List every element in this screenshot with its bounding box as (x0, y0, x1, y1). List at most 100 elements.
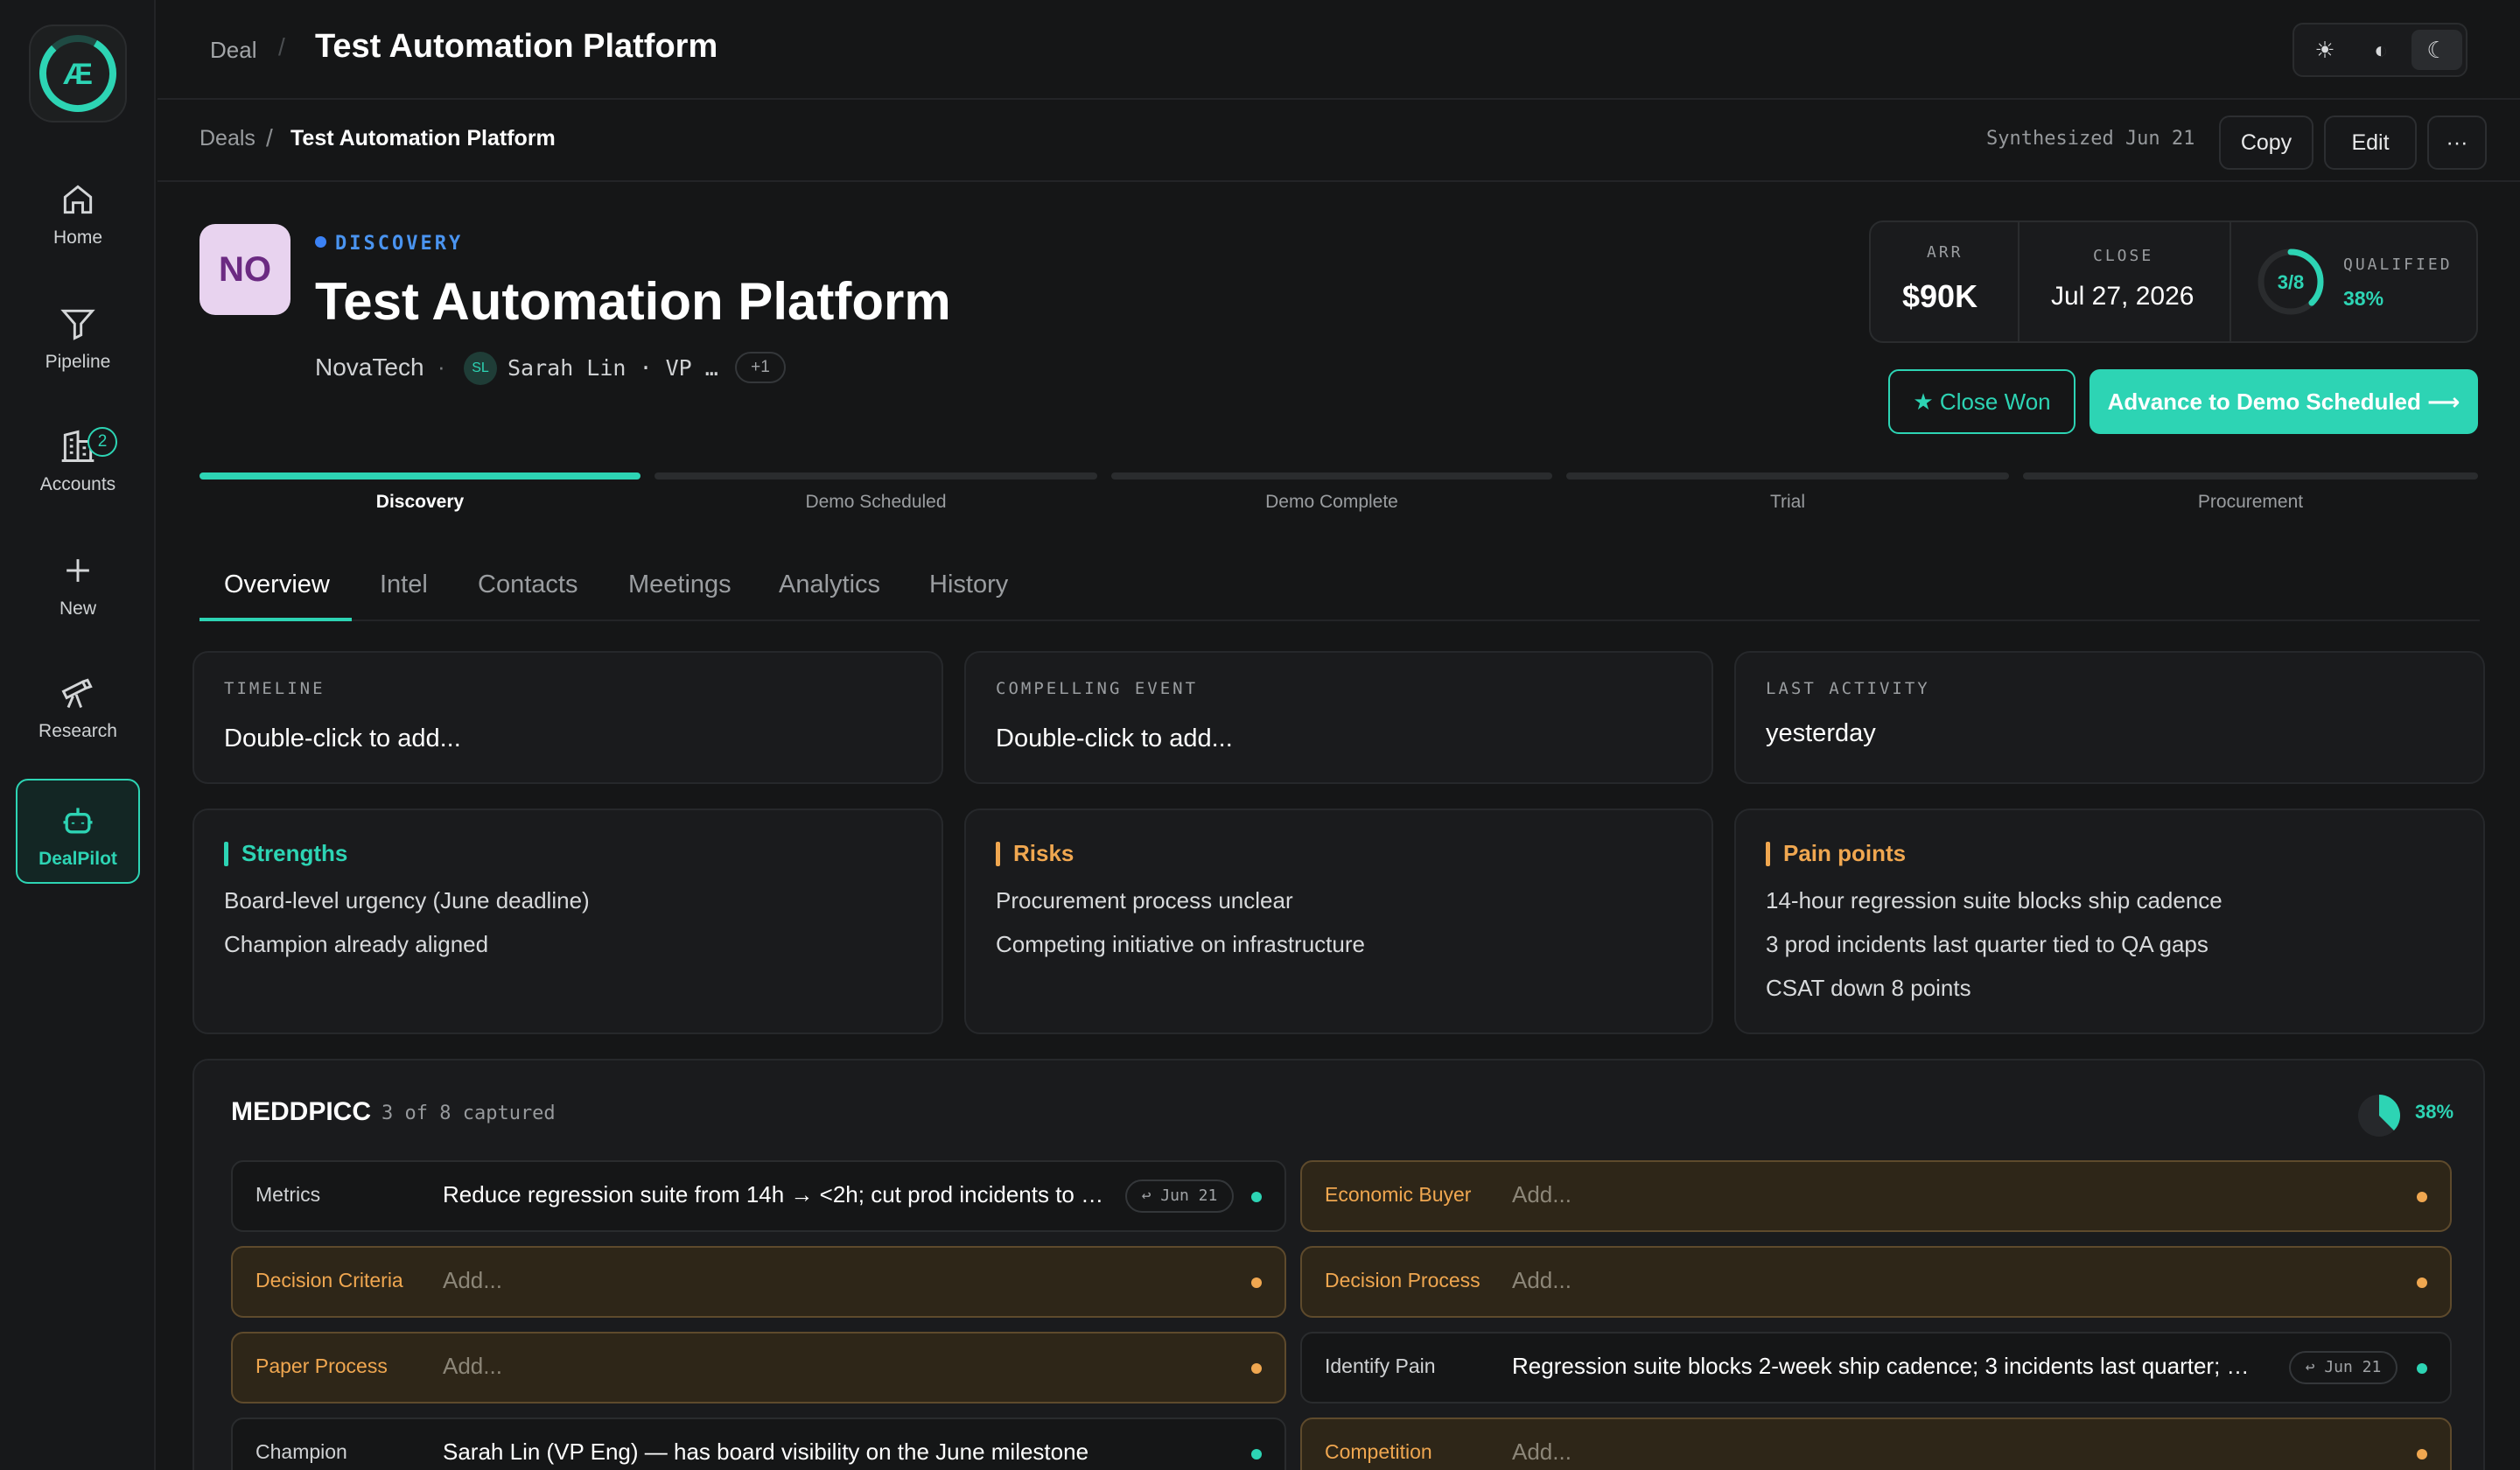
breadcrumb-deals-link[interactable]: Deals (200, 126, 256, 151)
kpi-divider (2230, 222, 2231, 341)
sidebar-item-dealpilot[interactable]: DealPilot (16, 779, 140, 884)
meta-separator: · (438, 354, 445, 380)
tab-intel[interactable]: Intel (380, 570, 428, 599)
meddpicc-value[interactable]: Add... (1512, 1438, 2300, 1466)
meddpicc-row-metrics[interactable]: Metrics Reduce regression suite from 14h… (231, 1160, 1286, 1232)
source-date-chip[interactable]: ↩ Jun 21 (1125, 1180, 1234, 1213)
list-item: Procurement process unclear (996, 887, 1293, 914)
tab-meetings[interactable]: Meetings (628, 570, 732, 599)
sidebar-item-label: DealPilot (38, 849, 117, 869)
stage-bar-demo-complete[interactable] (1111, 472, 1552, 480)
meddpicc-value[interactable]: Add... (443, 1353, 1143, 1380)
meddpicc-row-decision-process[interactable]: Decision Process Add... (1300, 1246, 2452, 1318)
meddpicc-subtitle: 3 of 8 captured (382, 1102, 556, 1124)
stage-tag-label: DISCOVERY (335, 233, 464, 255)
topbar-title: Test Automation Platform (315, 28, 718, 65)
deal-avatar: NO (200, 224, 290, 315)
status-dot (1251, 1192, 1262, 1202)
list-item: 14-hour regression suite blocks ship cad… (1766, 887, 2222, 914)
breadcrumb-current: Test Automation Platform (290, 126, 556, 150)
sidebar-item-label: Research (38, 721, 117, 741)
sidebar-item-label: New (59, 598, 96, 619)
meddpicc-panel: MEDDPICC 3 of 8 captured 38% Metrics Red… (192, 1059, 2485, 1470)
meddpicc-value[interactable]: Add... (443, 1267, 1143, 1294)
meddpicc-value[interactable]: Sarah Lin (VP Eng) — has board visibilit… (443, 1438, 1213, 1466)
meddpicc-row-paper-process[interactable]: Paper Process Add... (231, 1332, 1286, 1404)
strengths-card: Strengths Board-level urgency (June dead… (192, 808, 943, 1034)
topbar-section[interactable]: Deal (210, 37, 256, 64)
system-theme-icon[interactable]: ◐ (2356, 30, 2406, 70)
meddpicc-key: Decision Process (1325, 1269, 1480, 1292)
compelling-event-card[interactable]: COMPELLING EVENT Double-click to add... (964, 651, 1713, 784)
meddpicc-pct: 38% (2415, 1101, 2454, 1123)
advance-stage-button[interactable]: Advance to Demo Scheduled ⟶ (2090, 369, 2478, 434)
meddpicc-value[interactable]: Add... (1512, 1267, 2300, 1294)
meddpicc-value[interactable]: Regression suite blocks 2-week ship cade… (1512, 1353, 2264, 1380)
stage-bar-discovery[interactable] (200, 472, 640, 480)
tab-bar: Overview Intel Contacts Meetings Analyti… (200, 560, 2480, 621)
kpi-divider (2018, 222, 2020, 341)
list-item: Champion already aligned (224, 931, 489, 957)
sidebar: Æ Home Pipeline 2 Accounts New Research … (0, 0, 156, 1470)
contact-avatar[interactable]: SL (464, 352, 497, 385)
meddpicc-key: Metrics (256, 1183, 321, 1206)
meddpicc-row-competition[interactable]: Competition Add... (1300, 1418, 2452, 1470)
timeline-card[interactable]: TIMELINE Double-click to add... (192, 651, 943, 784)
stage-name-demo-scheduled: Demo Scheduled (805, 492, 947, 512)
risks-card: Risks Procurement process unclear Compet… (964, 808, 1713, 1034)
status-dot (1251, 1449, 1262, 1460)
more-contacts-chip[interactable]: +1 (735, 352, 786, 383)
breadcrumb-separator: / (266, 124, 273, 151)
list-item: Competing initiative on infrastructure (996, 931, 1365, 957)
meddpicc-value[interactable]: Reduce regression suite from 14h → <2h; … (443, 1181, 1108, 1208)
stage-dot (315, 236, 326, 248)
card-label: LAST ACTIVITY (1766, 679, 1930, 698)
qualified-ring: 3/8 (2258, 248, 2324, 315)
stage-bar-demo-scheduled[interactable] (654, 472, 1097, 480)
sidebar-item-label: Pipeline (45, 352, 111, 372)
arr-value: $90K (1902, 278, 1978, 314)
meddpicc-value[interactable]: Add... (1512, 1181, 2300, 1208)
meddpicc-row-decision-criteria[interactable]: Decision Criteria Add... (231, 1246, 1286, 1318)
pain-points-title: Pain points (1766, 840, 1906, 867)
sidebar-item-new[interactable]: New (16, 551, 140, 656)
status-dot (2417, 1278, 2427, 1288)
meddpicc-key: Economic Buyer (1325, 1183, 1472, 1206)
copy-button[interactable]: Copy (2219, 116, 2314, 170)
robot-icon (63, 808, 93, 834)
stage-bar-procurement[interactable] (2023, 472, 2478, 480)
company-name[interactable]: NovaTech (315, 354, 424, 382)
more-options-button[interactable]: ··· (2427, 116, 2487, 170)
meddpicc-key: Champion (256, 1440, 347, 1463)
tab-overview[interactable]: Overview (224, 570, 330, 599)
topbar-separator: / (278, 33, 285, 60)
timeline-value[interactable]: Double-click to add... (224, 724, 461, 753)
app-logo[interactable]: Æ (29, 24, 127, 122)
dark-theme-icon[interactable]: ☾ (2412, 30, 2462, 70)
meddpicc-row-champion[interactable]: Champion Sarah Lin (VP Eng) — has board … (231, 1418, 1286, 1470)
tab-contacts[interactable]: Contacts (478, 570, 578, 599)
risks-title: Risks (996, 840, 1074, 867)
sidebar-item-accounts[interactable]: 2 Accounts (16, 427, 140, 532)
active-tab-indicator (200, 618, 352, 621)
light-theme-icon[interactable]: ☀ (2300, 30, 2350, 70)
status-dot (2417, 1192, 2427, 1202)
meddpicc-row-economic-buyer[interactable]: Economic Buyer Add... (1300, 1160, 2452, 1232)
compelling-event-value[interactable]: Double-click to add... (996, 724, 1233, 753)
sidebar-item-pipeline[interactable]: Pipeline (16, 304, 140, 410)
source-date-chip[interactable]: ↩ Jun 21 (2289, 1351, 2398, 1384)
last-activity-value: yesterday (1766, 719, 1876, 747)
close-won-button[interactable]: ★ Close Won (1888, 369, 2076, 434)
stage-bar-trial[interactable] (1566, 472, 2009, 480)
tab-analytics[interactable]: Analytics (779, 570, 880, 599)
close-label: CLOSE (2093, 247, 2154, 265)
primary-contact[interactable]: Sarah Lin · VP … (508, 355, 718, 381)
edit-button[interactable]: Edit (2324, 116, 2417, 170)
meddpicc-row-identify-pain[interactable]: Identify Pain Regression suite blocks 2-… (1300, 1332, 2452, 1404)
sidebar-item-home[interactable]: Home (16, 180, 140, 285)
pain-points-card: Pain points 14-hour regression suite blo… (1734, 808, 2485, 1034)
status-dot (2417, 1363, 2427, 1374)
tab-history[interactable]: History (929, 570, 1008, 599)
deal-title: Test Automation Platform (315, 272, 951, 331)
sidebar-item-research[interactable]: Research (16, 674, 140, 779)
